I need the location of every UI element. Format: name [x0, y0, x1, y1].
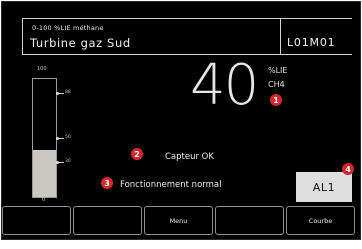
- callout-badge-2: 2: [131, 148, 143, 160]
- softkey-4[interactable]: [215, 206, 284, 235]
- softkey-bar: Menu Courbe: [2, 206, 355, 235]
- gas-name: CH4: [268, 80, 285, 89]
- softkey-courbe[interactable]: Courbe: [286, 206, 355, 235]
- sensor-status-text: Capteur OK: [165, 152, 214, 162]
- header-left-border: [22, 18, 23, 55]
- gauge-min-label: 0: [42, 197, 46, 203]
- range-label: 0-100 %LIE méthane: [32, 24, 104, 32]
- gauge-max-label: 100: [37, 66, 47, 72]
- callout-badge-4: 4: [342, 163, 354, 175]
- measurement-value: 40: [190, 53, 259, 118]
- header-separator: [280, 18, 281, 55]
- sensor-title: Turbine gaz Sud: [30, 36, 131, 50]
- softkey-2[interactable]: [73, 206, 142, 235]
- sensor-code: L01M01: [287, 36, 336, 49]
- gauge-tick-label: 88: [65, 90, 71, 96]
- gauge-level-fill: [33, 149, 56, 197]
- measurement-unit: %LIE: [268, 66, 288, 75]
- header-top-border: [22, 18, 352, 19]
- gauge-tick-label: 50: [65, 135, 71, 140]
- gauge-tick-label: 30: [65, 158, 71, 164]
- operation-status-text: Fonctionnement normal: [120, 180, 222, 190]
- callout-badge-1: 1: [270, 94, 282, 106]
- device-frame: 0-100 %LIE méthane Turbine gaz Sud L01M0…: [0, 0, 362, 249]
- gauge-tick-marker: [56, 160, 59, 164]
- alarm-button[interactable]: AL1: [296, 172, 352, 202]
- header-divider: [22, 54, 352, 55]
- softkey-1[interactable]: [2, 206, 71, 235]
- softkey-menu[interactable]: Menu: [144, 206, 213, 235]
- gauge-tick-marker: [56, 137, 59, 140]
- callout-badge-3: 3: [101, 177, 113, 189]
